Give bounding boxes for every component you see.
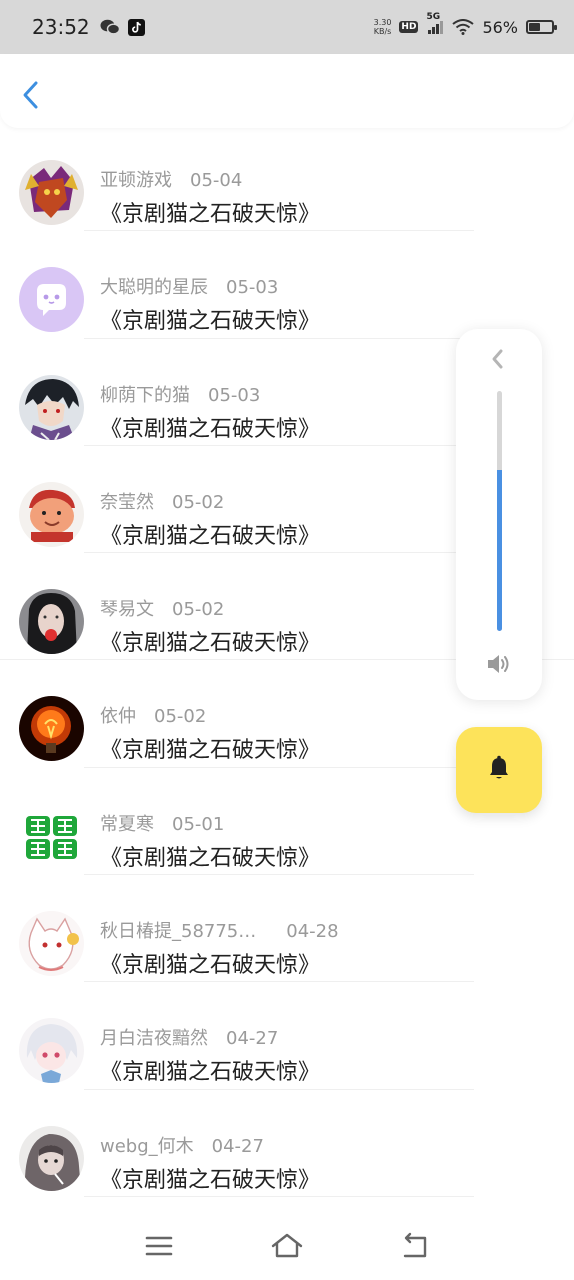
comment-text: 《京剧猫之石破天惊》 xyxy=(100,202,321,227)
wifi-icon xyxy=(452,19,475,35)
volume-panel xyxy=(456,329,542,700)
divider xyxy=(84,1195,474,1197)
comment-text: 《京剧猫之石破天惊》 xyxy=(100,1167,321,1193)
volume-level xyxy=(497,470,502,631)
list-item[interactable]: 亚顿游戏 05-04 《京剧猫之石破天惊》 xyxy=(0,124,574,232)
comment-date: 05-03 xyxy=(208,384,261,406)
bell-icon xyxy=(487,755,511,785)
list-item[interactable]: 大聪明的星辰 05-03 《京剧猫之石破天惊》 xyxy=(0,231,574,339)
speaker-icon[interactable] xyxy=(485,651,513,677)
comment-date: 05-02 xyxy=(172,599,225,621)
comment-text: 《京剧猫之石破天惊》 xyxy=(100,845,321,871)
comment-author[interactable]: 常夏寒 xyxy=(100,814,154,835)
comment-date: 04-27 xyxy=(211,1135,264,1157)
cartoon-face-avatar[interactable] xyxy=(19,481,84,547)
bell-button[interactable] xyxy=(456,727,542,813)
menu-icon[interactable] xyxy=(142,1230,176,1262)
home-icon[interactable] xyxy=(270,1230,304,1262)
battery-percent: 56% xyxy=(482,17,518,37)
sketch-girl-avatar[interactable] xyxy=(19,1125,84,1191)
chevron-left-icon[interactable] xyxy=(487,347,509,371)
comment-text: 《京剧猫之石破天惊》 xyxy=(100,416,321,442)
bbq-logo xyxy=(19,804,84,869)
battery-level xyxy=(529,23,541,31)
girl-photo-avatar[interactable] xyxy=(19,589,84,655)
list-item[interactable]: 秋日椿提_58775… 04-28 《京剧猫之石破天惊》 xyxy=(0,875,574,983)
chevron-left-icon[interactable] xyxy=(18,78,46,112)
volume-slider[interactable] xyxy=(497,391,502,631)
status-time: 23:52 xyxy=(32,15,90,39)
comment-author[interactable]: 琴易文 xyxy=(100,599,154,620)
default-purple-avatar[interactable] xyxy=(19,267,84,333)
list-item[interactable]: 月白洁夜黯然 04-27 《京剧猫之石破天惊》 xyxy=(0,982,574,1090)
list-item[interactable]: webg_何木 04-27 《京剧猫之石破天惊》 xyxy=(0,1090,574,1197)
comment-text: 《京剧猫之石破天惊》 xyxy=(100,738,321,764)
comment-date: 05-04 xyxy=(190,170,243,191)
comment-text: 《京剧猫之石破天惊》 xyxy=(100,631,321,657)
comment-text: 《京剧猫之石破天惊》 xyxy=(100,309,321,335)
signal-icon: 5G xyxy=(426,12,444,34)
back-icon[interactable] xyxy=(398,1230,432,1262)
comment-author[interactable]: 秋日椿提_58775… xyxy=(100,921,256,942)
tiktok-icon xyxy=(127,18,145,36)
network-speed: 3.30 KB/s xyxy=(373,18,392,36)
bbq-text-avatar[interactable] xyxy=(19,803,84,869)
light-bulb-avatar[interactable] xyxy=(19,696,84,762)
comment-author[interactable]: webg_何木 xyxy=(100,1136,194,1157)
comment-author[interactable]: 月白洁夜黯然 xyxy=(100,1028,208,1049)
game-character-avatar[interactable] xyxy=(19,160,84,225)
anime-boy-avatar[interactable] xyxy=(19,374,84,440)
comment-text: 《京剧猫之石破天惊》 xyxy=(100,1060,321,1086)
hd-badge: HD xyxy=(399,21,419,33)
comment-author[interactable]: 亚顿游戏 xyxy=(100,170,172,191)
comment-author[interactable]: 奈莹然 xyxy=(100,492,154,513)
comment-text: 《京剧猫之石破天惊》 xyxy=(100,523,321,549)
comment-date: 04-27 xyxy=(226,1028,279,1050)
comment-author[interactable]: 大聪明的星辰 xyxy=(100,277,208,298)
comment-date: 04-28 xyxy=(286,921,339,943)
comment-date: 05-01 xyxy=(172,813,225,835)
comment-date: 05-02 xyxy=(172,491,225,513)
system-nav-bar xyxy=(0,1212,574,1280)
status-bar: 23:52 3.30 KB/s HD 5G 56% xyxy=(0,0,574,54)
comment-author[interactable]: 依仲 xyxy=(100,706,136,727)
comment-date: 05-02 xyxy=(154,706,207,728)
wechat-icon xyxy=(100,19,120,35)
comment-author[interactable]: 柳荫下的猫 xyxy=(100,385,190,406)
comment-date: 05-03 xyxy=(226,277,279,299)
anime-girl-avatar[interactable] xyxy=(19,1018,84,1084)
white-creature-avatar[interactable] xyxy=(19,911,84,977)
battery-icon xyxy=(526,20,557,34)
comment-text: 《京剧猫之石破天惊》 xyxy=(100,953,321,979)
top-header xyxy=(0,54,574,128)
